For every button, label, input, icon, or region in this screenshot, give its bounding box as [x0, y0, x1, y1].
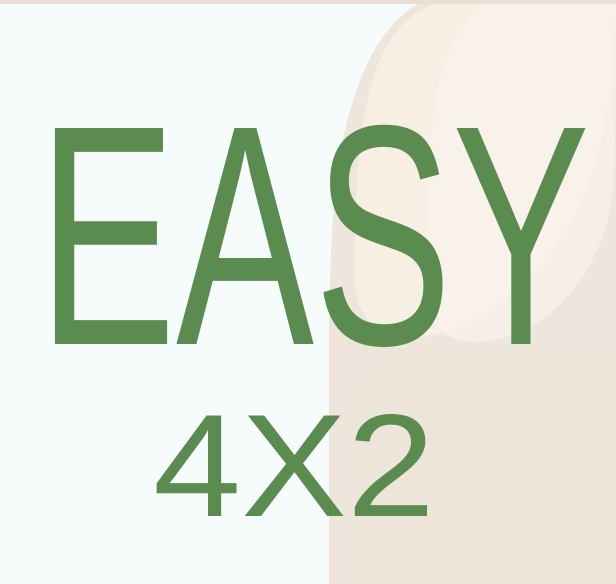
- logo-wordmark: EASY 4X2: [38, 60, 590, 547]
- logo-canvas: EASY 4X2: [0, 0, 616, 584]
- logo-subtitle: 4X2: [153, 384, 435, 547]
- logo-title: EASY: [38, 60, 590, 411]
